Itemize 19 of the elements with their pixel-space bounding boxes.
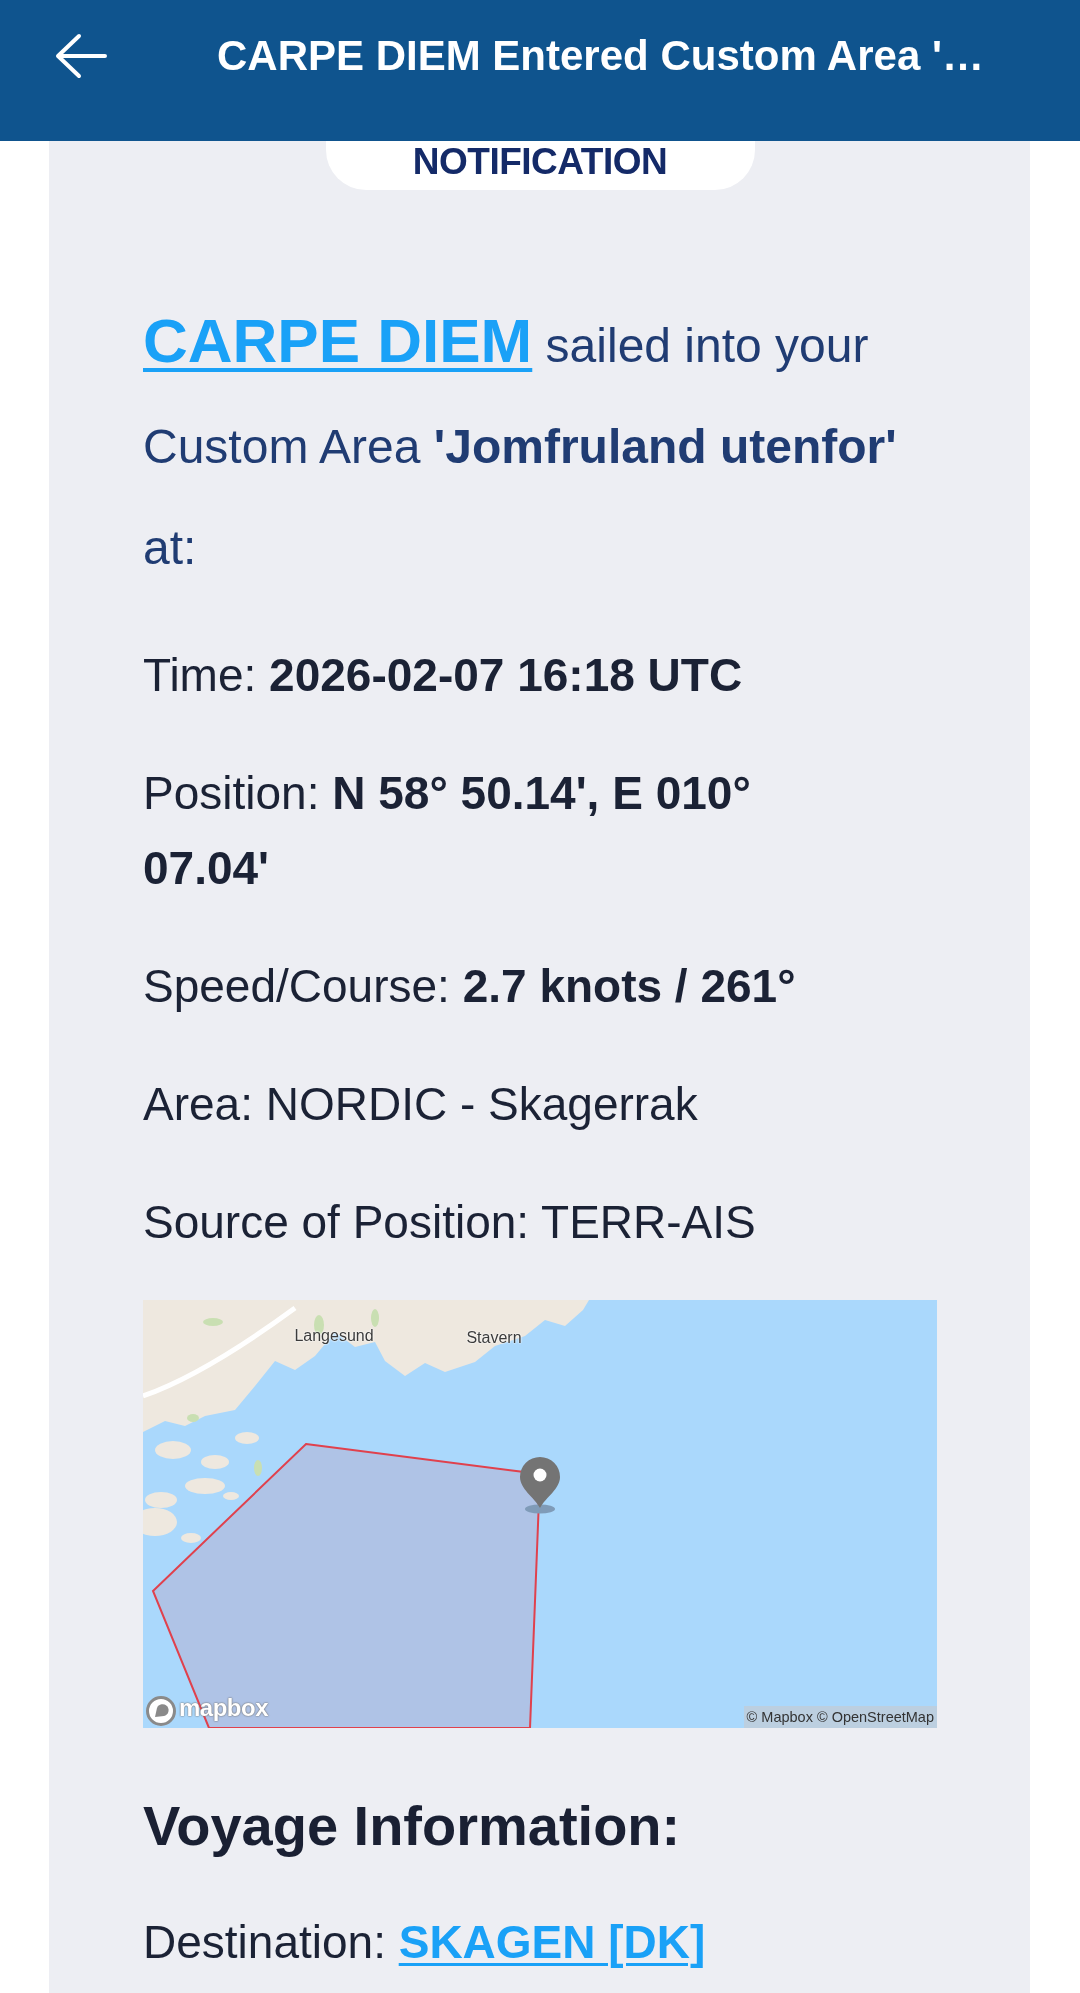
place-label: Langesund — [294, 1327, 374, 1345]
notification-message: CARPE DIEM sailed into your Custom Area 'Jomfruland utenfor' at: — [143, 305, 898, 576]
vessel-link[interactable]: CARPE DIEM — [143, 306, 533, 375]
detail-line: Time: 2026-02-07 16:18 UTC — [143, 648, 744, 703]
back-button[interactable] — [55, 33, 107, 79]
attribution-text[interactable]: © Mapbox © OpenStreetMap — [743, 1706, 937, 1728]
detail-label: Destination: — [143, 1916, 386, 1968]
detail-line: Area: NORDIC - Skagerrak — [143, 1077, 699, 1132]
notification-tag: NOTIFICATION — [325, 141, 755, 190]
detail-line: Position: N 58° 50.14', E 010° 07.04' — [143, 766, 752, 896]
map-pin-icon — [519, 1456, 561, 1514]
detail-link[interactable]: SKAGEN [DK] — [398, 1916, 706, 1968]
screen-title: CARPE DIEM Entered Custom Area '… — [217, 31, 984, 81]
place-label: Stavern — [466, 1329, 522, 1347]
logo-icon — [146, 1696, 176, 1726]
back-arrow-icon — [55, 33, 107, 79]
section-heading: Voyage Information: — [143, 1793, 682, 1859]
detail-line: Speed/Course: 2.7 knots / 261° — [143, 959, 797, 1014]
detail-line: Source of Position: TERR-AIS — [143, 1195, 757, 1250]
